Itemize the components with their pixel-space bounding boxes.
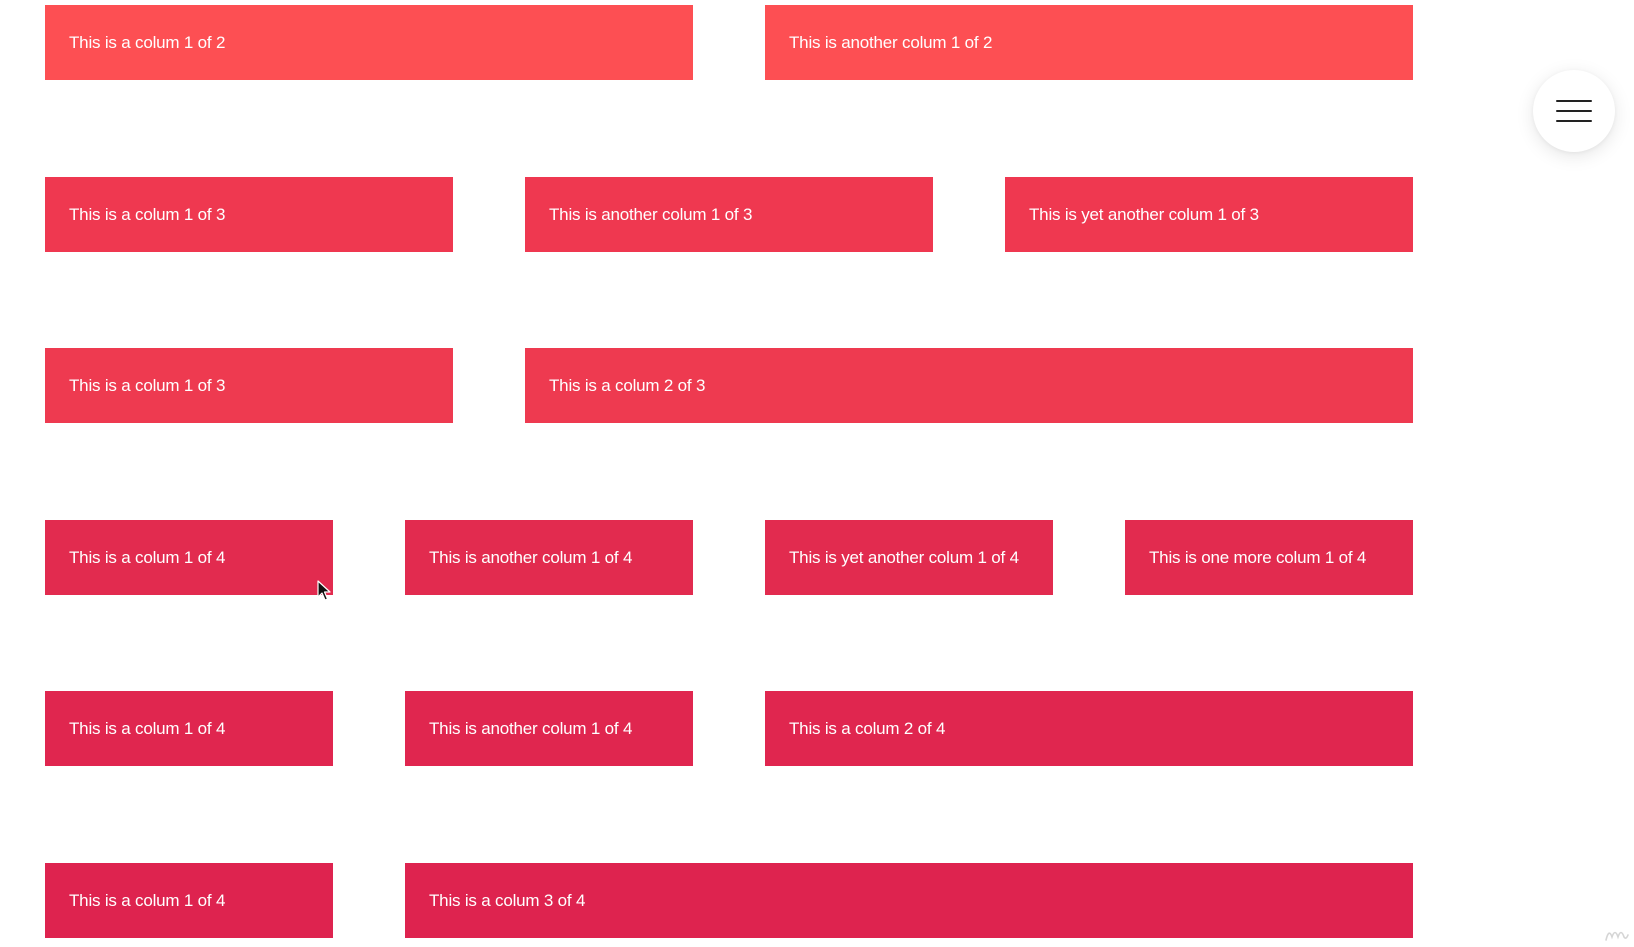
menu-button[interactable] <box>1533 70 1615 152</box>
column-label: This is another colum 1 of 3 <box>549 204 753 224</box>
page: This is a colum 1 of 2 This is another c… <box>0 0 1634 947</box>
column-1-of-4[interactable]: This is a colum 1 of 4 <box>45 863 333 938</box>
column-1-of-3[interactable]: This is a colum 1 of 3 <box>45 348 453 423</box>
column-label: This is another colum 1 of 4 <box>429 547 633 567</box>
logo-watermark-icon <box>1605 931 1629 941</box>
column-1-of-3[interactable]: This is a colum 1 of 3 <box>45 177 453 252</box>
column-1-of-4[interactable]: This is a colum 1 of 4 <box>45 691 333 766</box>
column-label: This is a colum 2 of 4 <box>789 718 946 738</box>
column-label: This is another colum 1 of 2 <box>789 32 993 52</box>
column-label: This is a colum 1 of 3 <box>69 204 226 224</box>
column-1-of-4[interactable]: This is a colum 1 of 4 <box>45 520 333 595</box>
column-label: This is a colum 2 of 3 <box>549 375 706 395</box>
column-yet-another-1-of-4[interactable]: This is yet another colum 1 of 4 <box>765 520 1053 595</box>
column-label: This is a colum 1 of 4 <box>69 890 226 910</box>
column-3-of-4[interactable]: This is a colum 3 of 4 <box>405 863 1413 938</box>
column-1-of-2[interactable]: This is a colum 1 of 2 <box>45 5 693 80</box>
column-label: This is yet another colum 1 of 3 <box>1029 204 1259 224</box>
column-another-1-of-2[interactable]: This is another colum 1 of 2 <box>765 5 1413 80</box>
column-another-1-of-4[interactable]: This is another colum 1 of 4 <box>405 520 693 595</box>
mouse-pointer-icon <box>317 580 331 601</box>
column-label: This is a colum 1 of 4 <box>69 547 226 567</box>
column-one-more-1-of-4[interactable]: This is one more colum 1 of 4 <box>1125 520 1413 595</box>
column-label: This is yet another colum 1 of 4 <box>789 547 1019 567</box>
column-2-of-3[interactable]: This is a colum 2 of 3 <box>525 348 1413 423</box>
column-another-1-of-4[interactable]: This is another colum 1 of 4 <box>405 691 693 766</box>
hamburger-icon <box>1556 100 1592 122</box>
column-another-1-of-3[interactable]: This is another colum 1 of 3 <box>525 177 933 252</box>
column-label: This is a colum 1 of 2 <box>69 32 226 52</box>
column-label: This is another colum 1 of 4 <box>429 718 633 738</box>
column-label: This is a colum 3 of 4 <box>429 890 586 910</box>
column-label: This is a colum 1 of 3 <box>69 375 226 395</box>
column-label: This is one more colum 1 of 4 <box>1149 547 1367 567</box>
column-label: This is a colum 1 of 4 <box>69 718 226 738</box>
column-2-of-4[interactable]: This is a colum 2 of 4 <box>765 691 1413 766</box>
column-yet-another-1-of-3[interactable]: This is yet another colum 1 of 3 <box>1005 177 1413 252</box>
